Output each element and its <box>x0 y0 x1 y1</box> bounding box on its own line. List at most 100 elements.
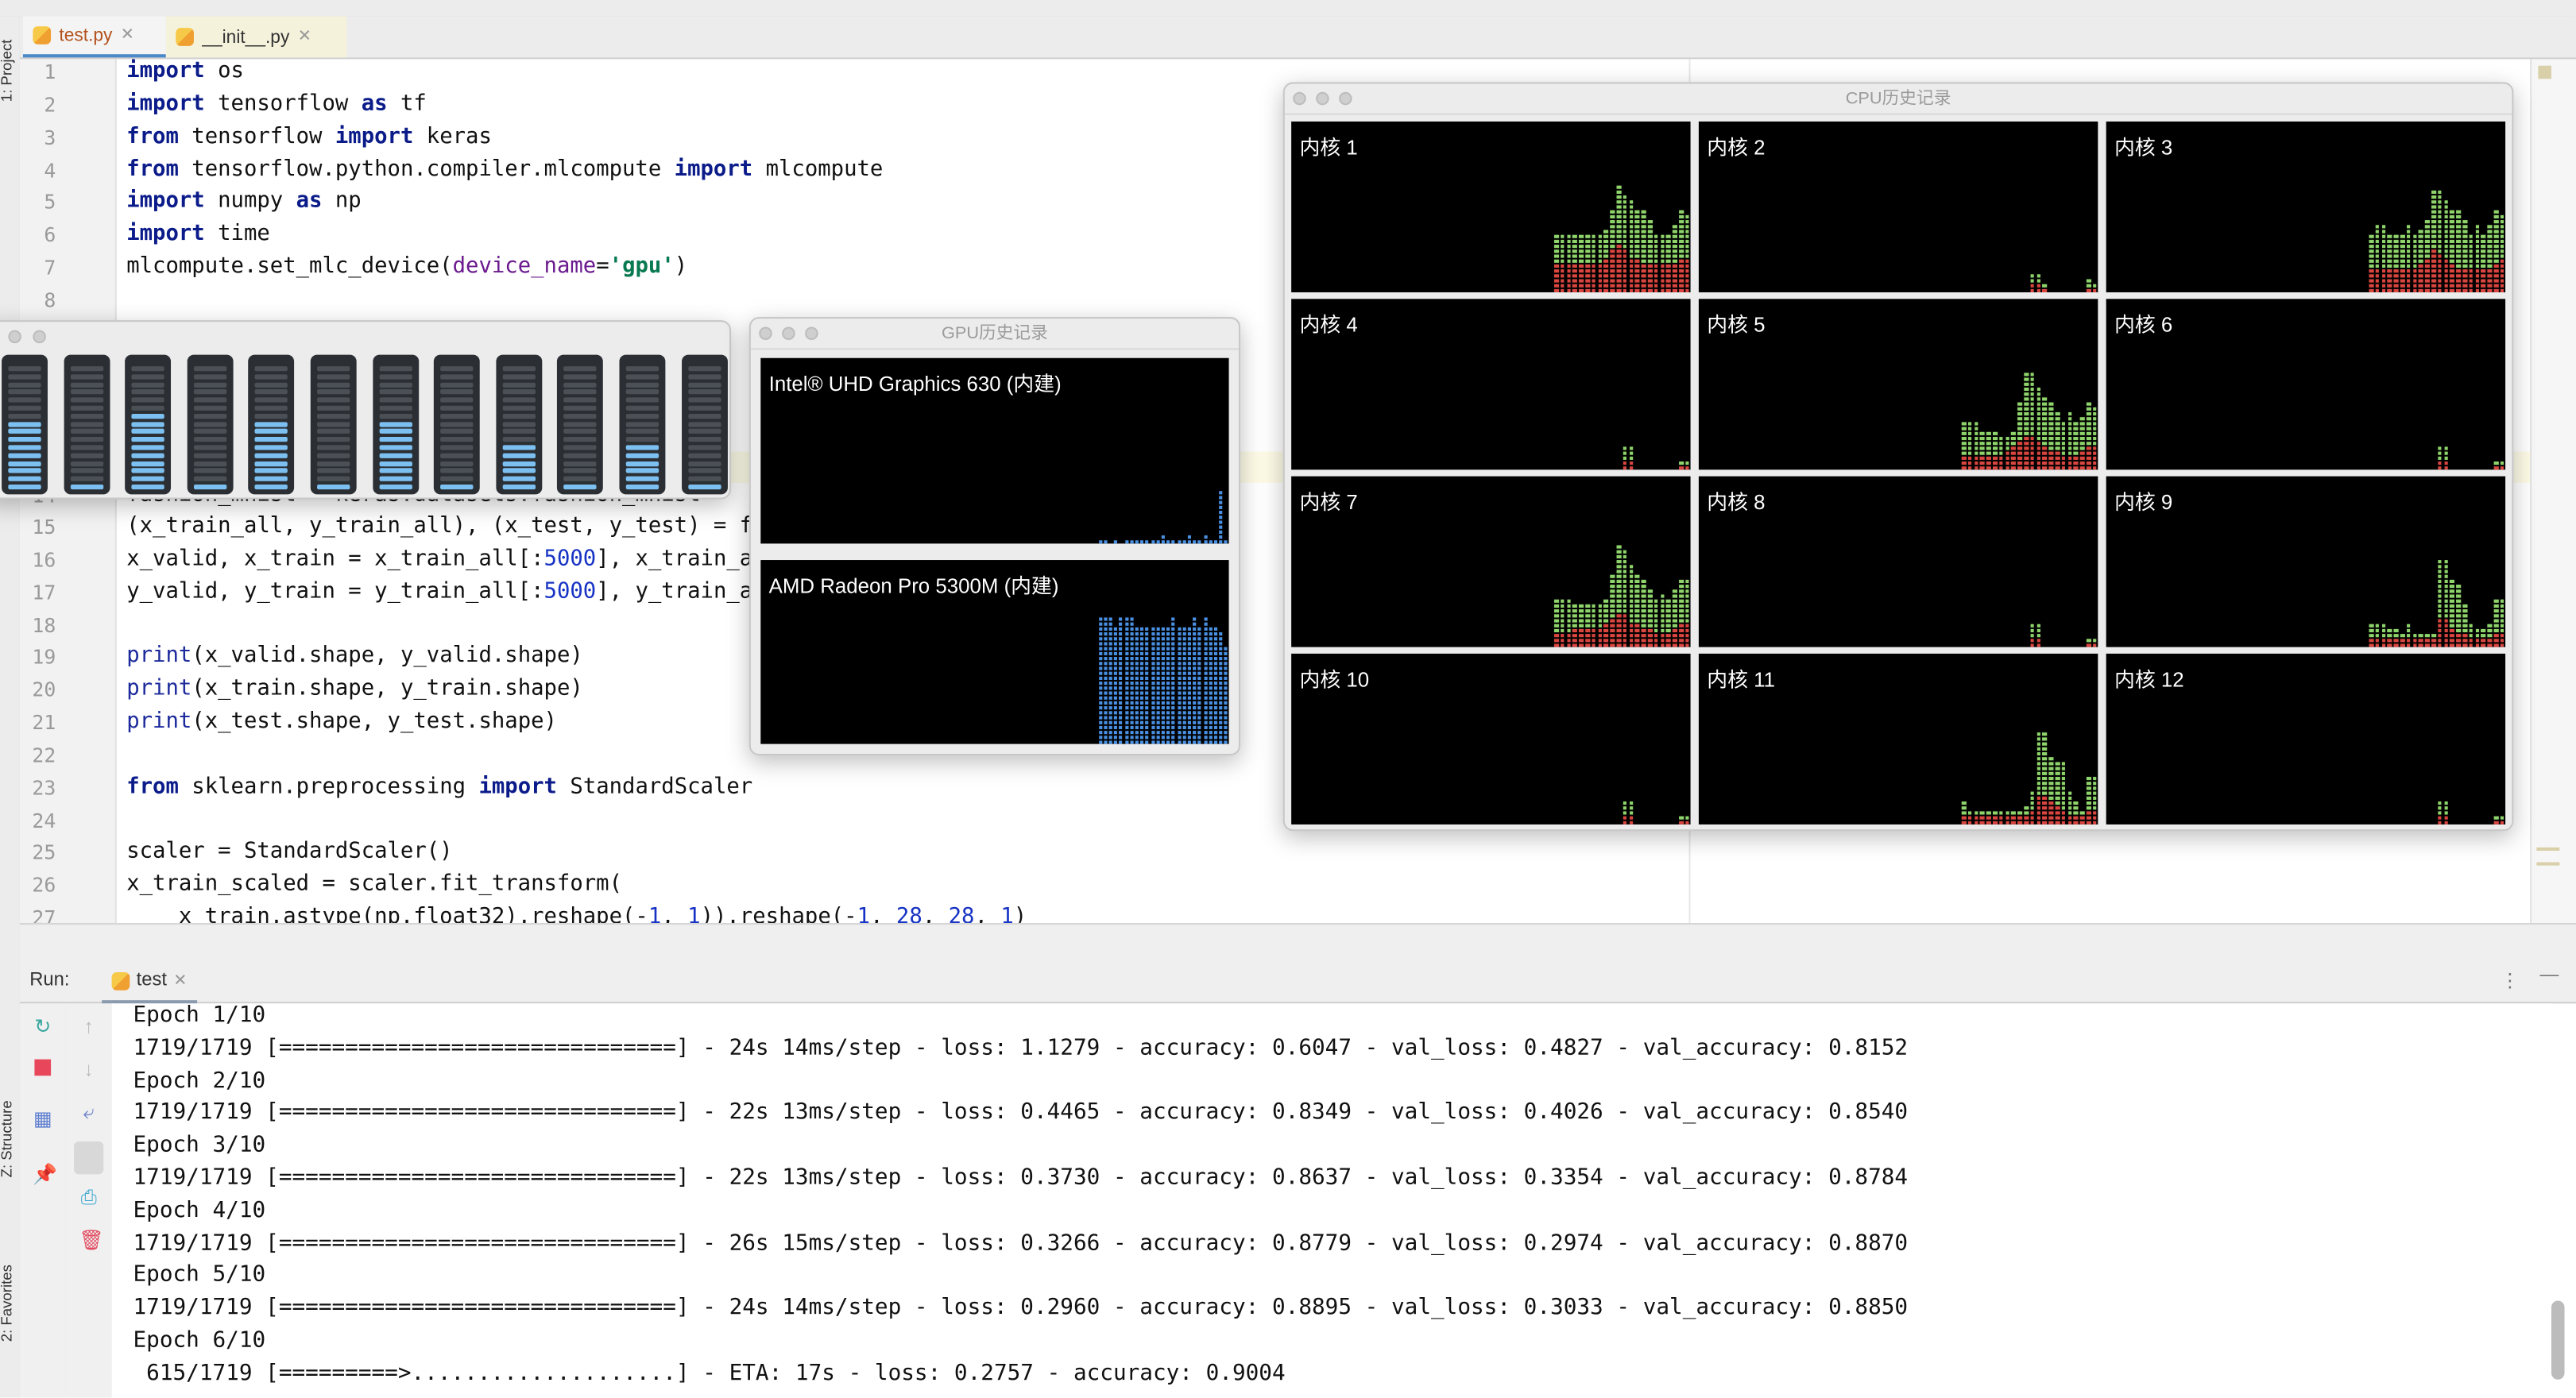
history-sample-block <box>1597 633 1603 637</box>
close-icon[interactable]: ✕ <box>298 28 311 46</box>
code-line[interactable]: from tensorflow import keras <box>126 125 492 149</box>
code-line[interactable]: x_train_scaled = scaler.fit_transform( <box>126 872 622 897</box>
history-sample-block <box>2437 638 2443 642</box>
run-tab-test[interactable]: test ✕ <box>102 961 197 1004</box>
close-window-button[interactable] <box>1293 91 1306 106</box>
history-sample-block <box>1161 685 1166 689</box>
tab-test-py[interactable]: test.py ✕ <box>22 16 166 58</box>
history-sample-block <box>1597 273 1603 277</box>
scroll-down-icon[interactable]: ↓ <box>79 1060 99 1079</box>
history-sample-block <box>2443 573 2449 577</box>
history-sample-block <box>1103 631 1108 635</box>
code-line[interactable]: y_valid, y_train = y_train_all[:5000], y… <box>126 580 752 604</box>
console-output[interactable]: Epoch 1/10 1719/1719 [===================… <box>111 1003 2551 1398</box>
tool-window-favorites[interactable]: 2: Favorites <box>0 1265 15 1342</box>
history-sample-block <box>1108 705 1112 709</box>
zoom-window-button[interactable] <box>805 326 818 340</box>
editor-scrollbar[interactable] <box>2530 59 2576 923</box>
history-sample-block <box>2493 465 2499 469</box>
history-sample-block <box>1641 283 1646 287</box>
history-sample-block <box>2487 273 2493 277</box>
history-sample-block <box>2424 224 2430 228</box>
code-line[interactable]: import tensorflow as tf <box>126 92 427 117</box>
history-sample-block <box>2036 392 2041 396</box>
tool-window-structure[interactable]: Z: Structure <box>0 1100 15 1177</box>
code-line[interactable]: scaler = StandardScaler() <box>126 840 452 864</box>
history-sample-block <box>1660 238 1665 242</box>
history-sample-block <box>2462 258 2467 262</box>
code-line[interactable]: print(x_test.shape, y_test.shape) <box>126 709 557 734</box>
code-line[interactable]: mlcompute.set_mlc_device(device_name='gp… <box>126 254 687 279</box>
history-sample-block <box>1108 724 1112 728</box>
history-sample-block <box>2092 781 2098 785</box>
history-sample-block <box>1203 641 1208 645</box>
code-line[interactable]: import numpy as np <box>126 189 362 214</box>
history-sample-block <box>1616 593 1622 597</box>
code-line[interactable]: print(x_valid.shape, y_valid.shape) <box>126 643 583 668</box>
history-sample-block <box>2468 268 2474 272</box>
history-sample-block <box>1684 584 1690 588</box>
rerun-icon[interactable]: ↻ <box>33 1017 52 1037</box>
layout-icon[interactable]: ▦ <box>33 1109 52 1129</box>
code-line[interactable]: (x_train_all, y_train_all), (x_test, y_t… <box>126 514 752 539</box>
history-sample-block <box>2393 628 2399 631</box>
history-sample-block <box>1678 214 1684 218</box>
soft-wrap-icon[interactable]: ⤶ <box>79 1102 99 1122</box>
history-sample-block <box>2055 820 2060 824</box>
history-sample-block <box>2092 805 2098 809</box>
history-sample-block <box>2086 401 2091 405</box>
close-window-button[interactable] <box>8 330 21 344</box>
minimize-window-button[interactable] <box>33 330 46 344</box>
code-line[interactable]: import time <box>126 222 270 246</box>
line-number: 5 <box>44 190 56 214</box>
code-line[interactable]: from tensorflow.python.compiler.mlcomput… <box>126 157 883 182</box>
history-sample-block <box>1660 249 1665 253</box>
history-sample-block <box>2079 426 2085 430</box>
history-sample-block <box>2079 465 2085 469</box>
history-sample-block <box>1684 258 1690 262</box>
code-line[interactable]: import os <box>126 59 244 83</box>
close-icon[interactable]: ✕ <box>121 26 134 44</box>
history-sample-block <box>1140 636 1144 640</box>
pin-icon[interactable]: 📌 <box>33 1164 57 1184</box>
zoom-window-button[interactable] <box>1339 91 1352 106</box>
load-segment <box>131 373 165 380</box>
history-sample-block <box>1623 628 1627 631</box>
history-sample-block <box>2393 283 2399 287</box>
history-sample-block <box>1629 578 1634 582</box>
history-sample-block <box>1197 631 1202 635</box>
minimize-icon[interactable]: — <box>2540 966 2559 986</box>
history-sample-block <box>2468 283 2474 287</box>
scroll-to-end-icon[interactable] <box>74 1141 104 1175</box>
tab-init-py[interactable]: __init__.py ✕ <box>165 16 347 58</box>
minimize-window-button[interactable] <box>1316 91 1329 106</box>
history-sample-block <box>2500 603 2505 607</box>
code-line[interactable]: x_valid, x_train = x_train_all[:5000], x… <box>126 547 752 572</box>
history-sample-block <box>2406 278 2412 282</box>
history-sample-block <box>2086 786 2091 790</box>
more-options-icon[interactable]: ⋮ <box>2501 969 2520 992</box>
stop-icon[interactable] <box>34 1059 52 1076</box>
load-segment <box>378 405 412 411</box>
history-sample-block <box>1224 670 1228 674</box>
history-sample-block <box>1666 283 1671 287</box>
history-sample-block <box>1616 633 1622 637</box>
gpu-panel-amd: AMD Radeon Pro 5300M (内建) <box>760 560 1229 744</box>
minimize-window-button[interactable] <box>782 326 795 340</box>
print-icon[interactable]: ⎙ <box>79 1188 99 1207</box>
close-window-button[interactable] <box>759 326 772 340</box>
close-icon[interactable]: ✕ <box>173 971 187 990</box>
trash-icon[interactable]: 🗑 <box>79 1230 103 1250</box>
history-sample-block <box>2456 219 2462 223</box>
load-segment <box>563 389 598 396</box>
history-sample-block <box>1177 720 1181 724</box>
console-scrollbar[interactable] <box>2551 1300 2565 1380</box>
history-sample-block <box>2055 411 2060 415</box>
history-sample-block <box>1660 628 1665 631</box>
code-line[interactable]: print(x_train.shape, y_train.shape) <box>126 677 583 701</box>
code-token: (x_valid.shape, y_valid.shape) <box>191 643 583 669</box>
history-sample-block <box>1182 690 1186 694</box>
tool-window-project[interactable]: 1: Project <box>0 40 15 102</box>
code-line[interactable]: from sklearn.preprocessing import Standa… <box>126 775 752 800</box>
scroll-up-icon[interactable]: ↑ <box>79 1017 99 1037</box>
